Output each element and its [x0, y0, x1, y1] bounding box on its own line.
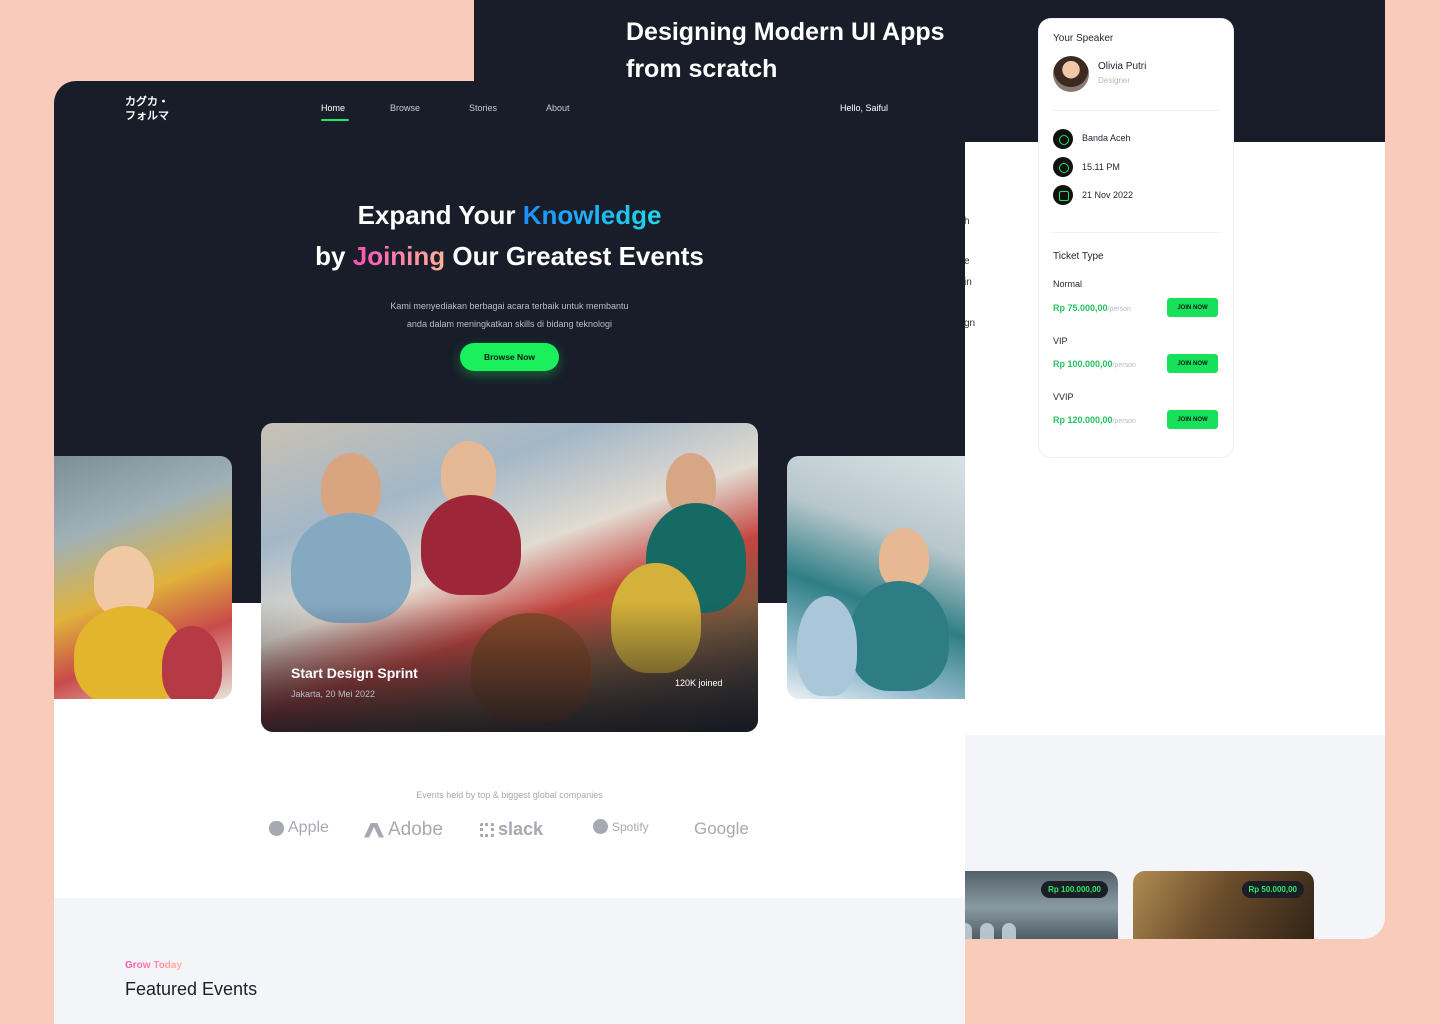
- spotify-icon: [593, 819, 608, 834]
- divider: [1053, 232, 1219, 233]
- sponsors-caption: Events held by top & biggest global comp…: [416, 790, 603, 800]
- brand-name: Google: [694, 819, 749, 838]
- hero-description: Kami menyediakan berbagai acara terbaik …: [54, 297, 965, 333]
- divider: [1053, 110, 1219, 111]
- nav-browse[interactable]: Browse: [390, 103, 420, 113]
- speaker-avatar: [1053, 56, 1089, 92]
- brand-logo[interactable]: カグカ・ フォルマ: [125, 95, 169, 123]
- user-greeting[interactable]: Hello, Saiful: [840, 103, 888, 113]
- event-photo-left[interactable]: [54, 456, 232, 699]
- featured-events-section: [54, 898, 965, 1024]
- nav-stories[interactable]: Stories: [469, 103, 497, 113]
- ticket-price: Rp 120.000,00/person: [1053, 415, 1136, 425]
- event-card[interactable]: Rp 50.000,00: [1133, 871, 1314, 939]
- title-line-1: Designing Modern UI Apps: [626, 18, 945, 46]
- slack-icon: [480, 822, 494, 837]
- brand-name: Adobe: [388, 819, 443, 840]
- ticket-type-label: Ticket Type: [1053, 251, 1104, 262]
- logo-line-1: カグカ・: [125, 95, 169, 108]
- join-now-button[interactable]: JOIN NOW: [1167, 410, 1218, 429]
- event-photo-right[interactable]: [787, 456, 965, 699]
- logo-line-2: フォルマ: [125, 109, 169, 122]
- event-detail-title: Designing Modern UI Apps from scratch: [626, 14, 945, 88]
- calendar-icon: [1053, 185, 1073, 205]
- apple-logo: Apple: [269, 819, 329, 837]
- description-line: Kami menyediakan berbagai acara terbaik …: [390, 301, 629, 311]
- adobe-icon: [364, 822, 384, 838]
- speaker-name: Olivia Putri: [1098, 61, 1147, 72]
- google-logo: Google: [694, 819, 749, 839]
- text-fragment: gn: [964, 318, 976, 329]
- clock-icon: [1053, 157, 1073, 177]
- featured-event-date: Jakarta, 20 Mei 2022: [291, 689, 376, 699]
- headline-text: Expand Your: [357, 200, 523, 230]
- featured-event-card[interactable]: Start Design Sprint Jakarta, 20 Mei 2022…: [261, 423, 758, 732]
- ticket-panel: Your Speaker Olivia Putri Designer Banda…: [1039, 19, 1233, 457]
- join-now-button[interactable]: JOIN NOW: [1167, 354, 1218, 373]
- section-title: Featured Events: [125, 979, 258, 999]
- browse-now-button[interactable]: Browse Now: [460, 343, 559, 371]
- speaker-label: Your Speaker: [1053, 33, 1114, 44]
- slack-logo: slack: [480, 819, 543, 840]
- ticket-tier: VVIP: [1053, 392, 1074, 402]
- text-fragment: in: [964, 277, 972, 288]
- brand-name: slack: [498, 819, 544, 839]
- event-date: 21 Nov 2022: [1082, 190, 1134, 200]
- description-line: anda dalam meningkatkan skills di bidang…: [406, 319, 613, 329]
- featured-event-title: Start Design Sprint: [291, 665, 418, 681]
- event-location: Banda Aceh: [1082, 133, 1131, 143]
- headline-highlight: Joining: [352, 241, 446, 271]
- headline-text: Our Greatest Events: [445, 241, 704, 271]
- spotify-logo: Spotify: [593, 819, 649, 834]
- speaker-role: Designer: [1098, 76, 1131, 85]
- hero-headline: Expand Your Knowledge by Joining Our Gre…: [54, 195, 965, 277]
- headline-text: by: [315, 241, 353, 271]
- event-price-badge: Rp 50.000,00: [1241, 881, 1304, 898]
- ticket-tier: VIP: [1053, 336, 1068, 346]
- landing-page: カグカ・ フォルマ Home Browse Stories About Hell…: [54, 81, 965, 1024]
- nav-about[interactable]: About: [546, 103, 570, 113]
- event-price-badge: Rp 100.000,00: [1041, 881, 1108, 898]
- join-now-button[interactable]: JOIN NOW: [1167, 298, 1218, 317]
- location-pin-icon: [1053, 129, 1073, 149]
- nav-home[interactable]: Home: [321, 103, 345, 113]
- ticket-price: Rp 100.000,00/person: [1053, 359, 1136, 369]
- ticket-price: Rp 75.000,00/person: [1053, 303, 1131, 313]
- brand-name: Apple: [288, 819, 329, 836]
- adobe-logo: Adobe: [364, 819, 443, 841]
- nav-active-indicator: [321, 119, 349, 121]
- headline-highlight: Knowledge: [522, 200, 662, 230]
- ticket-tier: Normal: [1053, 279, 1083, 289]
- event-time: 15.11 PM: [1082, 162, 1120, 172]
- brand-name: Spotify: [612, 819, 649, 834]
- featured-event-joined: 120K joined: [675, 678, 723, 688]
- apple-icon: [269, 820, 284, 836]
- section-kicker: Grow Today: [125, 960, 183, 971]
